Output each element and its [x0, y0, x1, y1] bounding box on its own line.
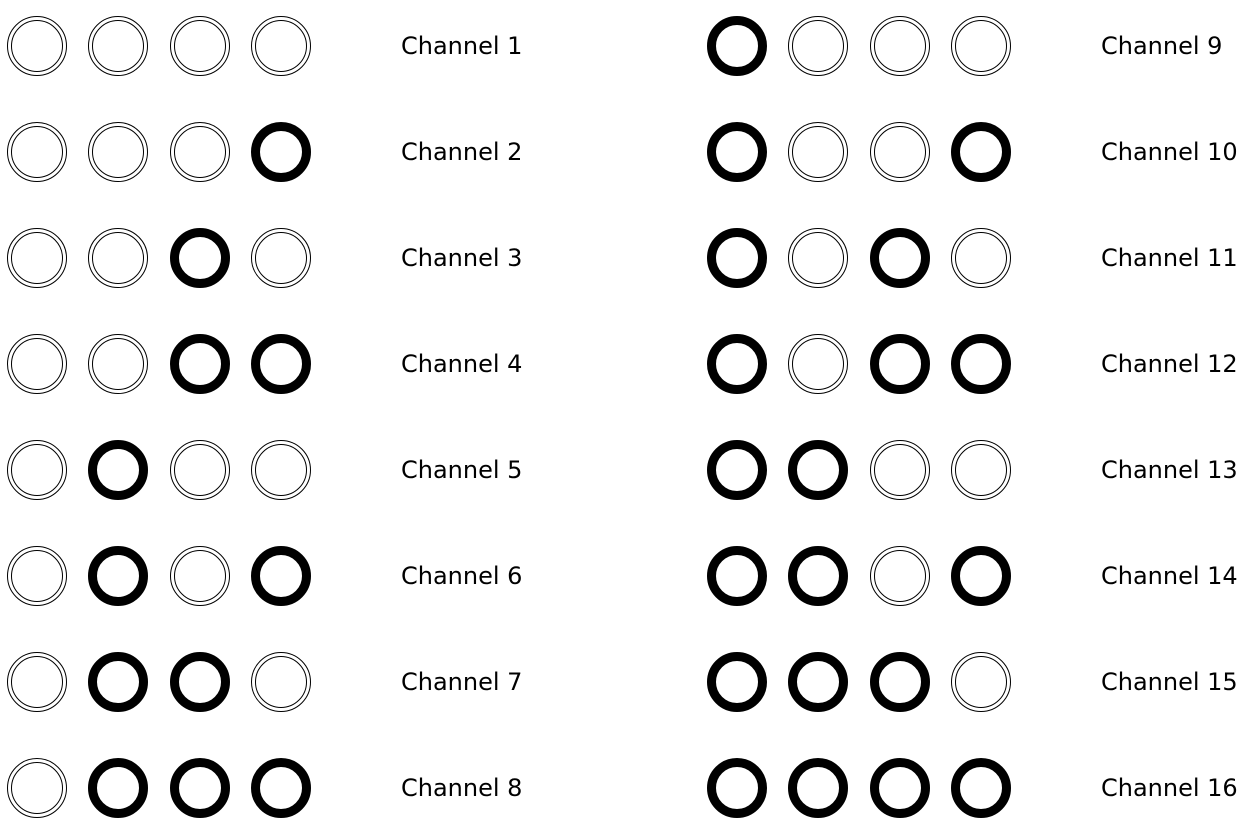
dip-indicator-10-3-off-icon — [870, 122, 930, 182]
channel-row-1: Channel 1 — [0, 6, 560, 86]
dip-indicator-12-1-on-icon — [707, 334, 767, 394]
dip-indicator-8-1-off-icon — [7, 758, 67, 818]
dip-indicator-2-1-off-icon — [7, 122, 67, 182]
dip-indicator-4-4-on-icon — [251, 334, 311, 394]
channel-row-13: Channel 13 — [700, 430, 1259, 510]
channel-label: Channel 7 — [401, 668, 523, 696]
dip-indicator-6-3-off-icon — [170, 546, 230, 606]
dip-indicator-10-2-off-icon — [788, 122, 848, 182]
dip-indicator-2-3-off-icon — [170, 122, 230, 182]
dip-indicator-5-1-off-icon — [7, 440, 67, 500]
channel-label: Channel 6 — [401, 562, 523, 590]
dip-indicator-13-2-on-icon — [788, 440, 848, 500]
dip-indicator-2-2-off-icon — [88, 122, 148, 182]
dip-indicator-1-1-off-icon — [7, 16, 67, 76]
channel-row-16: Channel 16 — [700, 748, 1259, 828]
channel-label: Channel 5 — [401, 456, 523, 484]
dip-indicator-12-2-off-icon — [788, 334, 848, 394]
channel-row-9: Channel 9 — [700, 6, 1259, 86]
dip-indicator-7-4-off-icon — [251, 652, 311, 712]
channel-label: Channel 1 — [401, 32, 523, 60]
dip-indicator-14-1-on-icon — [707, 546, 767, 606]
dip-indicator-4-3-on-icon — [170, 334, 230, 394]
dip-indicator-10-1-on-icon — [707, 122, 767, 182]
dip-indicator-11-1-on-icon — [707, 228, 767, 288]
dip-indicator-10-4-on-icon — [951, 122, 1011, 182]
channel-label: Channel 11 — [1101, 244, 1238, 272]
dip-indicator-12-3-on-icon — [870, 334, 930, 394]
dip-indicator-14-2-on-icon — [788, 546, 848, 606]
dip-indicator-13-3-off-icon — [870, 440, 930, 500]
dip-indicator-8-4-on-icon — [251, 758, 311, 818]
channel-label: Channel 8 — [401, 774, 523, 802]
dip-indicator-3-4-off-icon — [251, 228, 311, 288]
dip-indicator-13-1-on-icon — [707, 440, 767, 500]
dip-indicator-5-3-off-icon — [170, 440, 230, 500]
dip-indicator-14-4-on-icon — [951, 546, 1011, 606]
channel-row-7: Channel 7 — [0, 642, 560, 722]
dip-indicator-15-4-off-icon — [951, 652, 1011, 712]
channel-row-11: Channel 11 — [700, 218, 1259, 298]
dip-indicator-16-2-on-icon — [788, 758, 848, 818]
dip-indicator-9-2-off-icon — [788, 16, 848, 76]
dip-indicator-7-2-on-icon — [88, 652, 148, 712]
dip-indicator-4-2-off-icon — [88, 334, 148, 394]
dip-indicator-6-4-on-icon — [251, 546, 311, 606]
dip-indicator-5-4-off-icon — [251, 440, 311, 500]
dip-indicator-14-3-off-icon — [870, 546, 930, 606]
channel-label: Channel 15 — [1101, 668, 1238, 696]
dip-indicator-15-2-on-icon — [788, 652, 848, 712]
channel-label: Channel 16 — [1101, 774, 1238, 802]
dip-indicator-6-1-off-icon — [7, 546, 67, 606]
dip-indicator-1-4-off-icon — [251, 16, 311, 76]
channel-row-3: Channel 3 — [0, 218, 560, 298]
channel-row-8: Channel 8 — [0, 748, 560, 828]
dip-indicator-11-4-off-icon — [951, 228, 1011, 288]
channel-label: Channel 2 — [401, 138, 523, 166]
dip-indicator-3-3-on-icon — [170, 228, 230, 288]
dip-indicator-2-4-on-icon — [251, 122, 311, 182]
dip-indicator-4-1-off-icon — [7, 334, 67, 394]
channel-label: Channel 14 — [1101, 562, 1238, 590]
dip-indicator-16-3-on-icon — [870, 758, 930, 818]
channel-label: Channel 13 — [1101, 456, 1238, 484]
dip-indicator-3-1-off-icon — [7, 228, 67, 288]
dip-indicator-16-4-on-icon — [951, 758, 1011, 818]
channel-label: Channel 9 — [1101, 32, 1223, 60]
dip-indicator-7-3-on-icon — [170, 652, 230, 712]
dip-indicator-9-4-off-icon — [951, 16, 1011, 76]
channel-label: Channel 12 — [1101, 350, 1238, 378]
dip-indicator-5-2-on-icon — [88, 440, 148, 500]
dip-indicator-7-1-off-icon — [7, 652, 67, 712]
dip-indicator-8-2-on-icon — [88, 758, 148, 818]
dip-indicator-15-3-on-icon — [870, 652, 930, 712]
channel-label: Channel 4 — [401, 350, 523, 378]
channel-label: Channel 10 — [1101, 138, 1238, 166]
channel-row-15: Channel 15 — [700, 642, 1259, 722]
dip-indicator-1-2-off-icon — [88, 16, 148, 76]
dip-indicator-9-1-on-icon — [707, 16, 767, 76]
channel-row-2: Channel 2 — [0, 112, 560, 192]
dip-indicator-16-1-on-icon — [707, 758, 767, 818]
dip-indicator-8-3-on-icon — [170, 758, 230, 818]
dip-indicator-3-2-off-icon — [88, 228, 148, 288]
channel-label: Channel 3 — [401, 244, 523, 272]
channel-row-12: Channel 12 — [700, 324, 1259, 404]
dip-indicator-13-4-off-icon — [951, 440, 1011, 500]
dip-indicator-15-1-on-icon — [707, 652, 767, 712]
channel-row-6: Channel 6 — [0, 536, 560, 616]
dip-indicator-9-3-off-icon — [870, 16, 930, 76]
channel-row-14: Channel 14 — [700, 536, 1259, 616]
dip-indicator-11-3-on-icon — [870, 228, 930, 288]
dip-indicator-6-2-on-icon — [88, 546, 148, 606]
channel-row-4: Channel 4 — [0, 324, 560, 404]
channel-row-5: Channel 5 — [0, 430, 560, 510]
channel-row-10: Channel 10 — [700, 112, 1259, 192]
dip-indicator-11-2-off-icon — [788, 228, 848, 288]
dip-indicator-1-3-off-icon — [170, 16, 230, 76]
dip-indicator-12-4-on-icon — [951, 334, 1011, 394]
